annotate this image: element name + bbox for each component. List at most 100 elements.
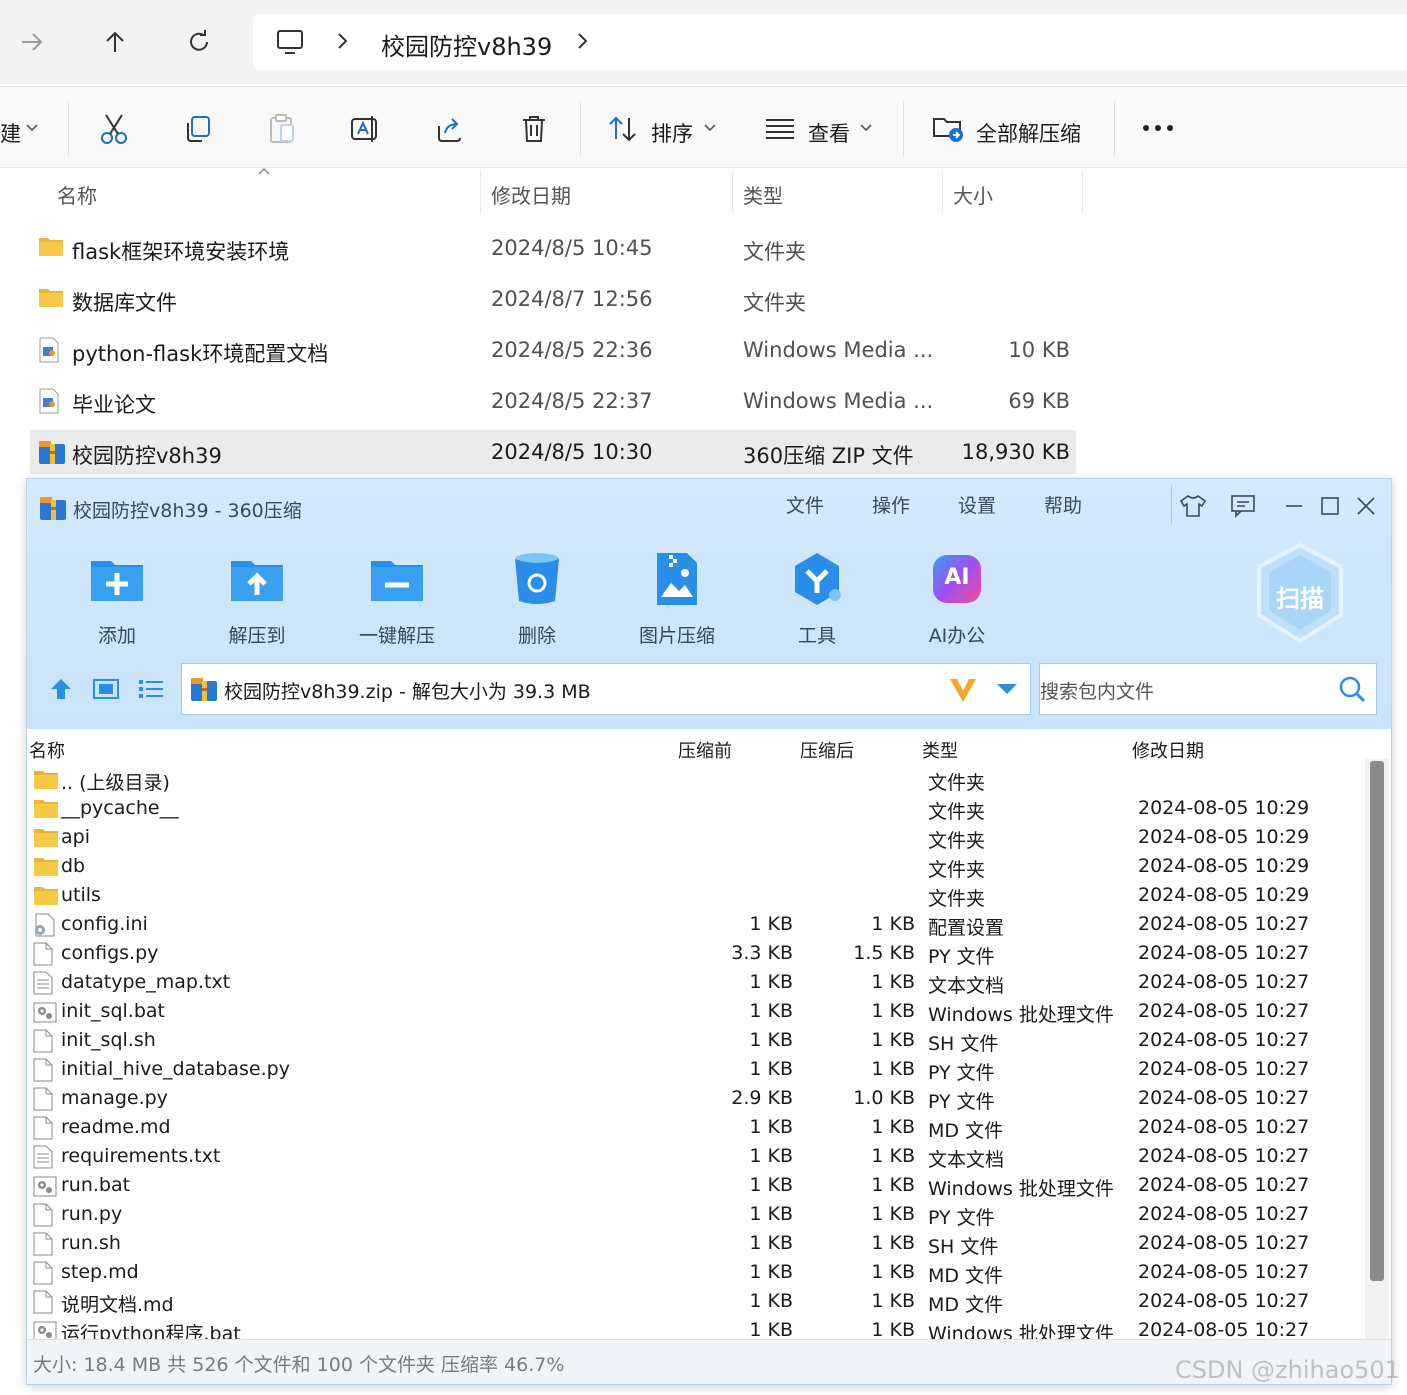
delete-archive-button[interactable]: 删除 <box>477 545 597 648</box>
skin-button[interactable] <box>1176 489 1210 523</box>
one-click-extract-button[interactable]: 一键解压 <box>337 545 457 648</box>
file-type: Windows Media ... <box>743 338 934 362</box>
folder-icon <box>33 884 59 906</box>
chevron-down-icon[interactable] <box>860 123 872 133</box>
scrollbar-thumb[interactable] <box>1370 761 1384 1281</box>
image-file-icon <box>649 551 705 607</box>
feedback-button[interactable] <box>1226 489 1260 523</box>
zip-file-row[interactable]: config.ini 1 KB 1 KB 配置设置 2024-08-05 10:27 <box>27 910 1365 939</box>
minimize-button[interactable] <box>1277 489 1311 523</box>
zip-file-row[interactable]: run.py 1 KB 1 KB PY 文件 2024-08-05 10:27 <box>27 1200 1365 1229</box>
ai-office-button[interactable]: AI AI办公 <box>897 545 1017 648</box>
menu-help[interactable]: 帮助 <box>1044 491 1082 518</box>
zip-file-row[interactable]: init_sql.bat 1 KB 1 KB Windows 批处理文件 2024-08… <box>27 997 1365 1026</box>
zip-column-after[interactable]: 压缩后 <box>800 737 854 763</box>
sort-button[interactable]: 排序 <box>651 118 693 148</box>
column-divider[interactable] <box>732 170 733 214</box>
close-button[interactable] <box>1349 489 1383 523</box>
explorer-file-row[interactable]: 毕业论文 2024/8/5 22:37 Windows Media ... 69 KB <box>30 379 1076 423</box>
zip-file-type: Windows 批处理文件 <box>928 1178 1114 1200</box>
zip-size-before: 1 KB <box>749 1000 793 1022</box>
zip-column-date[interactable]: 修改日期 <box>1132 737 1204 763</box>
column-divider[interactable] <box>1082 170 1083 214</box>
zip-file-name: init_sql.bat <box>61 1000 165 1022</box>
archive-path-bar[interactable]: 校园防控v8h39.zip - 解包大小为 39.3 MB <box>181 663 1031 715</box>
zip-column-type[interactable]: 类型 <box>922 737 958 763</box>
folder-icon <box>33 826 59 848</box>
explorer-file-row[interactable]: flask框架环境安装环境 2024/8/5 10:45 文件夹 <box>30 226 1076 270</box>
column-header-type[interactable]: 类型 <box>743 180 783 209</box>
share-button[interactable] <box>430 109 470 149</box>
column-divider[interactable] <box>480 170 481 214</box>
view-button[interactable]: 查看 <box>808 118 850 148</box>
maximize-button[interactable] <box>1313 489 1347 523</box>
zip-file-row[interactable]: db 文件夹 2024-08-05 10:29 <box>27 852 1365 881</box>
zip-file-row[interactable]: readme.md 1 KB 1 KB MD 文件 2024-08-05 10:27 <box>27 1113 1365 1142</box>
add-button[interactable]: 添加 <box>57 545 177 648</box>
file-name: 校园防控v8h39 <box>72 444 222 468</box>
column-divider[interactable] <box>942 170 943 214</box>
scan-button[interactable]: 扫描 <box>1255 543 1345 643</box>
breadcrumb-current-folder[interactable]: 校园防控v8h39 <box>381 27 552 62</box>
tools-button[interactable]: 工具 <box>757 545 877 648</box>
extract-folder-icon[interactable] <box>932 114 966 144</box>
chevron-right-icon[interactable] <box>575 31 591 51</box>
zip-file-name: .. (上级目录) <box>61 772 170 794</box>
zip-file-row[interactable]: requirements.txt 1 KB 1 KB 文本文档 2024-08-05 1… <box>27 1142 1365 1171</box>
zip-column-before[interactable]: 压缩前 <box>678 737 732 763</box>
explorer-file-row[interactable]: 校园防控v8h39 2024/8/5 10:30 360压缩 ZIP 文件 18,93… <box>30 430 1076 474</box>
zip-file-row[interactable]: run.bat 1 KB 1 KB Windows 批处理文件 2024-08-05 1… <box>27 1171 1365 1200</box>
chevron-down-icon[interactable] <box>26 123 38 133</box>
address-bar[interactable]: 校园防控v8h39 <box>253 14 1407 70</box>
close-icon <box>1357 497 1375 515</box>
refresh-button[interactable] <box>177 20 221 64</box>
zip-file-row[interactable]: __pycache__ 文件夹 2024-08-05 10:29 <box>27 794 1365 823</box>
chevron-right-icon[interactable] <box>335 31 351 51</box>
zip-file-row[interactable]: init_sql.sh 1 KB 1 KB SH 文件 2024-08-05 10:27 <box>27 1026 1365 1055</box>
chevron-down-icon[interactable] <box>704 123 716 133</box>
explorer-file-row[interactable]: 数据库文件 2024/8/7 12:56 文件夹 <box>30 277 1076 321</box>
menu-settings[interactable]: 设置 <box>958 491 996 518</box>
menu-operation[interactable]: 操作 <box>872 491 910 518</box>
zip-file-row[interactable]: api 文件夹 2024-08-05 10:29 <box>27 823 1365 852</box>
zip-file-row[interactable]: run.sh 1 KB 1 KB SH 文件 2024-08-05 10:27 <box>27 1229 1365 1258</box>
extract-to-button[interactable]: 解压到 <box>197 545 317 648</box>
search-icon[interactable] <box>1338 675 1366 703</box>
column-header-modified[interactable]: 修改日期 <box>491 180 571 209</box>
cut-button[interactable] <box>94 109 134 149</box>
go-up-button[interactable] <box>47 675 75 703</box>
copy-button[interactable] <box>178 109 218 149</box>
paste-button[interactable] <box>262 109 302 149</box>
column-header-name[interactable]: 名称 <box>57 180 97 209</box>
sort-icon[interactable] <box>608 115 638 143</box>
more-options-icon[interactable] <box>1142 123 1174 133</box>
this-pc-icon[interactable] <box>275 27 305 57</box>
rename-button[interactable] <box>346 109 386 149</box>
zip-size-before: 1 KB <box>749 1174 793 1196</box>
zip-file-row[interactable]: .. (上级目录) 文件夹 <box>27 765 1365 794</box>
zip-column-name[interactable]: 名称 <box>29 737 65 763</box>
view-list-icon[interactable] <box>765 117 795 141</box>
column-header-size[interactable]: 大小 <box>953 180 993 209</box>
vip-v-icon[interactable] <box>948 676 978 704</box>
dropdown-arrow-icon[interactable] <box>996 682 1018 696</box>
zip-file-row[interactable]: configs.py 3.3 KB 1.5 KB PY 文件 2024-08-05 10… <box>27 939 1365 968</box>
thumbnail-view-button[interactable] <box>92 675 120 703</box>
zip-file-row[interactable]: 说明文档.md 1 KB 1 KB MD 文件 2024-08-05 10:27 <box>27 1287 1365 1316</box>
image-compress-button[interactable]: 图片压缩 <box>617 545 737 648</box>
extract-all-button[interactable]: 全部解压缩 <box>976 118 1081 148</box>
delete-button[interactable] <box>514 109 554 149</box>
zip-file-row[interactable]: initial_hive_database.py 1 KB 1 KB PY 文件 202… <box>27 1055 1365 1084</box>
archive-search-input[interactable]: 搜索包内文件 <box>1039 663 1377 715</box>
file-size: 18,930 KB <box>961 440 1070 464</box>
zip-file-row[interactable]: datatype_map.txt 1 KB 1 KB 文本文档 2024-08-05 1… <box>27 968 1365 997</box>
zip-file-row[interactable]: manage.py 2.9 KB 1.0 KB PY 文件 2024-08-05 10:… <box>27 1084 1365 1113</box>
up-button[interactable] <box>93 20 137 64</box>
forward-button[interactable] <box>10 20 54 64</box>
explorer-file-row[interactable]: python-flask环境配置文档 2024/8/5 22:36 Windows … <box>30 328 1076 372</box>
new-button-label[interactable]: 建 <box>0 118 21 148</box>
menu-file[interactable]: 文件 <box>786 491 824 518</box>
zip-file-row[interactable]: step.md 1 KB 1 KB MD 文件 2024-08-05 10:27 <box>27 1258 1365 1287</box>
list-view-button[interactable] <box>137 675 165 703</box>
zip-file-row[interactable]: utils 文件夹 2024-08-05 10:29 <box>27 881 1365 910</box>
